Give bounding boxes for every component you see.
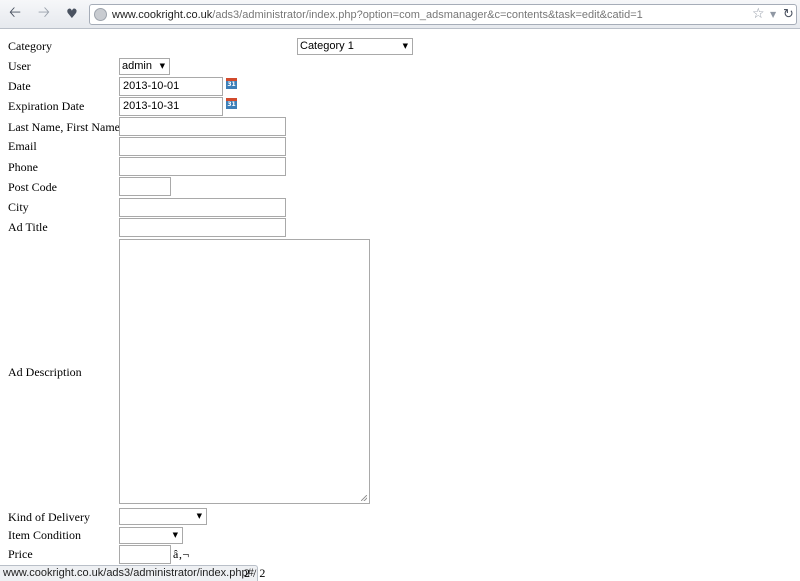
name-input[interactable] <box>119 117 286 136</box>
chevron-down-icon: ▼ <box>196 512 202 520</box>
calendar-icon[interactable]: 31 <box>226 98 237 109</box>
chevron-down-icon: ▼ <box>172 531 178 539</box>
url-text[interactable]: www.cookright.co.uk/ads3/administrator/i… <box>112 8 643 22</box>
post-code-label: Post Code <box>8 180 58 194</box>
city-label: City <box>8 200 29 214</box>
item-condition-select[interactable]: ▼ <box>119 527 183 544</box>
kind-of-delivery-select[interactable]: ▼ <box>119 508 207 525</box>
email-label: Email <box>8 139 37 153</box>
expiration-date-label: Expiration Date <box>8 99 85 113</box>
calendar-icon[interactable]: 31 <box>226 78 237 89</box>
email-input[interactable] <box>119 137 286 156</box>
address-bar[interactable]: www.cookright.co.uk/ads3/administrator/i… <box>89 4 797 25</box>
site-identity-icon[interactable] <box>94 8 107 21</box>
phone-label: Phone <box>8 160 38 174</box>
user-select[interactable]: admin ▼ <box>119 58 170 75</box>
ad-description-textarea[interactable] <box>119 239 370 504</box>
currency-symbol: â‚¬ <box>173 547 190 561</box>
user-select-value: admin <box>122 60 152 72</box>
reload-icon[interactable]: ↻ <box>783 6 794 23</box>
city-input[interactable] <box>119 198 286 217</box>
date-label: Date <box>8 79 31 93</box>
kind-of-delivery-label: Kind of Delivery <box>8 510 90 524</box>
url-path: /ads3/administrator/index.php?option=com… <box>212 9 643 21</box>
ad-description-label: Ad Description <box>8 365 82 379</box>
date-input[interactable]: 2013-10-01 <box>119 77 223 96</box>
phone-input[interactable] <box>119 157 286 176</box>
user-label: User <box>8 59 31 73</box>
url-host: www.cookright.co.uk <box>112 9 213 21</box>
category-label: Category <box>8 39 52 53</box>
forward-arrow-icon[interactable]: 🡢 <box>33 3 55 24</box>
item-condition-label: Item Condition <box>8 528 81 542</box>
browser-toolbar: 🡠 🡢 ♥ www.cookright.co.uk/ads3/administr… <box>0 0 800 29</box>
category-select[interactable]: Category 1 ▼ <box>297 38 413 55</box>
expiration-date-input[interactable]: 2013-10-31 <box>119 97 223 116</box>
history-icon[interactable]: ♥ <box>61 4 83 24</box>
price-label: Price <box>8 547 33 561</box>
status-bar-url: www.cookright.co.uk/ads3/administrator/i… <box>0 565 258 581</box>
price-input[interactable] <box>119 545 171 564</box>
page-indicator: 2 / 2 <box>244 566 266 580</box>
chevron-down-icon: ▼ <box>159 62 165 70</box>
url-dropdown-icon[interactable]: ▼ <box>770 6 776 23</box>
post-code-input[interactable] <box>119 177 171 196</box>
ad-title-input[interactable] <box>119 218 286 237</box>
name-label: Last Name, First Name <box>8 120 120 134</box>
resize-grip-icon[interactable] <box>361 495 367 501</box>
ad-title-label: Ad Title <box>8 220 48 234</box>
back-arrow-icon[interactable]: 🡠 <box>4 3 26 24</box>
chevron-down-icon: ▼ <box>402 42 408 50</box>
category-select-value: Category 1 <box>300 40 354 52</box>
bookmark-star-icon[interactable]: ☆ <box>752 6 765 23</box>
